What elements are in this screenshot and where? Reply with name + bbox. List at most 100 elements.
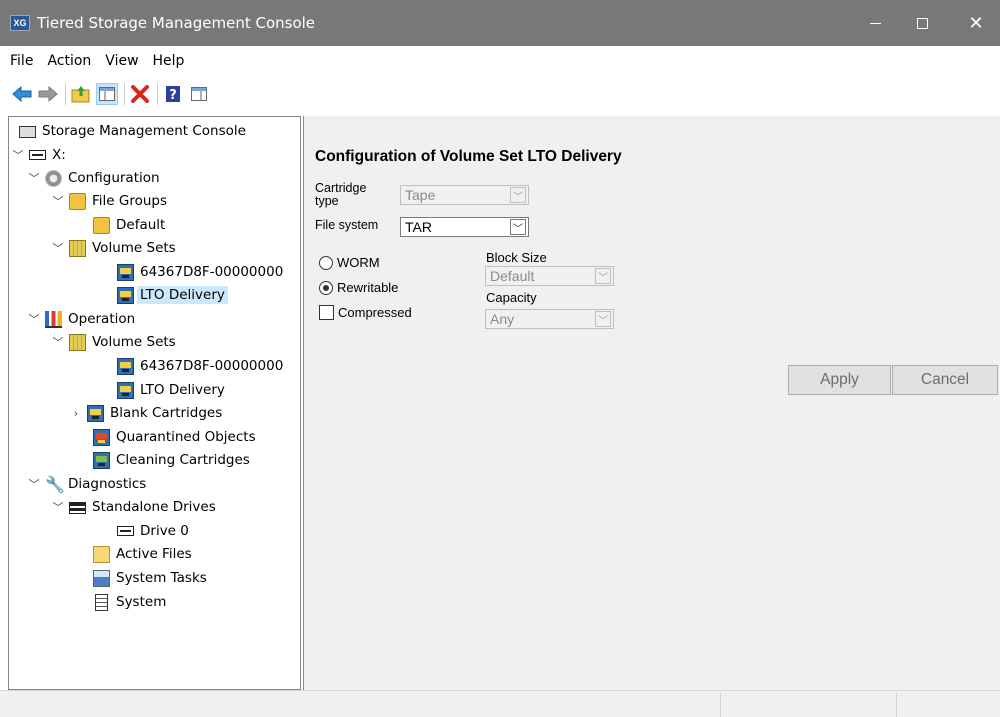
cartridge-icon — [117, 357, 134, 375]
tree-node-system[interactable]: System — [93, 591, 166, 613]
tree-node-configuration[interactable]: ﹀ Configuration — [27, 167, 160, 189]
block-size-value: Default — [490, 268, 535, 284]
apply-button[interactable]: Apply — [788, 365, 891, 395]
configuration-panel: Configuration of Volume Set LTO Delivery… — [303, 116, 1000, 690]
menu-bar: File Action View Help — [0, 46, 1000, 76]
chevron-down-icon[interactable]: ﹀ — [27, 311, 41, 327]
show-hide-tree-button[interactable] — [96, 83, 118, 105]
maximize-button[interactable] — [899, 0, 945, 46]
tree-node-operation-volume-set-64367d8f[interactable]: 64367D8F-00000000 — [117, 355, 283, 377]
menu-action[interactable]: Action — [40, 53, 98, 69]
app-icon: XG — [10, 15, 30, 31]
menu-help[interactable]: Help — [146, 53, 192, 69]
window-title: Tiered Storage Management Console — [37, 14, 316, 32]
show-hide-tree-icon — [99, 87, 115, 101]
file-system-select[interactable]: TAR ﹀ — [400, 217, 529, 237]
chevron-down-icon: ﹀ — [595, 268, 611, 284]
capacity-label: Capacity — [486, 290, 537, 305]
wrench-icon: 🔧 — [45, 474, 65, 494]
rewritable-radio[interactable]: Rewritable — [319, 280, 398, 295]
tree-label: Volume Sets — [92, 334, 176, 350]
back-icon — [12, 86, 32, 102]
rewritable-label: Rewritable — [337, 280, 399, 295]
tree-label: Configuration — [68, 170, 160, 186]
help-button[interactable]: ? — [162, 83, 184, 105]
cartridge-icon — [117, 381, 134, 399]
chevron-down-icon[interactable]: ﹀ — [51, 240, 65, 256]
folder-icon — [93, 545, 110, 563]
menu-view[interactable]: View — [98, 53, 145, 69]
tree-label: Quarantined Objects — [116, 429, 256, 445]
menu-file[interactable]: File — [3, 53, 40, 69]
chevron-down-icon[interactable]: ﹀ — [51, 499, 65, 515]
status-separator — [896, 693, 897, 717]
tree-label: System — [116, 594, 167, 610]
up-folder-button[interactable] — [70, 83, 92, 105]
system-tasks-icon — [93, 569, 110, 587]
cleaning-cartridge-icon — [93, 451, 110, 469]
tree-node-default[interactable]: Default — [93, 214, 165, 236]
tree-node-quarantined-objects[interactable]: Quarantined Objects — [93, 426, 256, 448]
tree-label: Default — [116, 217, 166, 233]
tree-node-diagnostics[interactable]: ﹀ 🔧 Diagnostics — [27, 473, 147, 495]
chevron-down-icon[interactable]: ﹀ — [510, 219, 526, 235]
properties-button[interactable] — [188, 83, 210, 105]
tree-label: Active Files — [116, 546, 192, 562]
tree-node-active-files[interactable]: Active Files — [93, 543, 192, 565]
compressed-checkbox[interactable]: Compressed — [319, 305, 412, 320]
tree-label: Diagnostics — [68, 476, 147, 492]
file-system-value: TAR — [405, 219, 432, 235]
cancel-button[interactable]: Cancel — [892, 365, 998, 395]
tree-label: Standalone Drives — [92, 499, 216, 515]
minimize-button[interactable] — [852, 0, 898, 46]
tree-node-system-tasks[interactable]: System Tasks — [93, 567, 207, 589]
drive-icon — [29, 150, 46, 160]
help-icon: ? — [166, 86, 180, 103]
radio-circle-checked[interactable] — [319, 280, 333, 295]
forward-button[interactable] — [37, 83, 59, 105]
tree-label: System Tasks — [116, 570, 207, 586]
tree-node-drive-0[interactable]: Drive 0 — [117, 520, 189, 542]
tree-label: Cleaning Cartridges — [116, 452, 250, 468]
chevron-down-icon[interactable]: ﹀ — [27, 476, 41, 492]
back-button[interactable] — [11, 83, 33, 105]
console-icon — [19, 126, 36, 138]
tree-node-file-groups[interactable]: ﹀ File Groups — [51, 190, 167, 212]
tree-node-blank-cartridges[interactable]: › Blank Cartridges — [69, 402, 222, 424]
page-title: Configuration of Volume Set LTO Delivery — [315, 148, 622, 165]
tree-label: Drive 0 — [140, 523, 189, 539]
volume-sets-icon — [69, 333, 86, 351]
toolbar-separator — [65, 83, 66, 105]
tree-node-operation[interactable]: ﹀ Operation — [27, 308, 135, 330]
worm-label: WORM — [337, 255, 380, 270]
close-button[interactable]: ✕ — [953, 0, 999, 46]
delete-button[interactable] — [129, 83, 151, 105]
tree-node-standalone-drives[interactable]: ﹀ Standalone Drives — [51, 496, 216, 518]
radio-circle[interactable] — [319, 255, 333, 270]
tree-node-drive-x[interactable]: ﹀ X: — [11, 144, 66, 166]
cartridge-icon — [117, 263, 134, 281]
drive-icon — [117, 526, 134, 536]
tree-node-volume-set-64367d8f[interactable]: 64367D8F-00000000 — [117, 261, 283, 283]
chevron-down-icon[interactable]: ﹀ — [27, 170, 41, 186]
tree-node-root[interactable]: Storage Management Console — [19, 120, 246, 142]
status-bar — [0, 690, 1000, 717]
tree-node-volume-sets[interactable]: ﹀ Volume Sets — [51, 237, 176, 259]
navigation-tree[interactable]: Storage Management Console ﹀ X: ﹀ Config… — [8, 116, 301, 690]
file-group-icon — [93, 216, 110, 234]
chevron-right-icon[interactable]: › — [69, 407, 83, 420]
chevron-down-icon[interactable]: ﹀ — [51, 193, 65, 209]
tree-node-cleaning-cartridges[interactable]: Cleaning Cartridges — [93, 449, 250, 471]
tree-label: Volume Sets — [92, 240, 176, 256]
status-separator — [720, 693, 721, 717]
chevron-down-icon[interactable]: ﹀ — [11, 147, 25, 163]
worm-radio[interactable]: WORM — [319, 255, 380, 270]
tree-node-lto-delivery[interactable]: LTO Delivery — [117, 284, 228, 306]
checkbox-box[interactable] — [319, 305, 334, 320]
tree-node-operation-lto-delivery[interactable]: LTO Delivery — [117, 379, 225, 401]
tree-label: 64367D8F-00000000 — [140, 358, 284, 374]
tree-label-selected: LTO Delivery — [137, 286, 228, 304]
tree-node-operation-volume-sets[interactable]: ﹀ Volume Sets — [51, 331, 176, 353]
chevron-down-icon[interactable]: ﹀ — [51, 334, 65, 350]
maximize-icon — [916, 17, 928, 29]
